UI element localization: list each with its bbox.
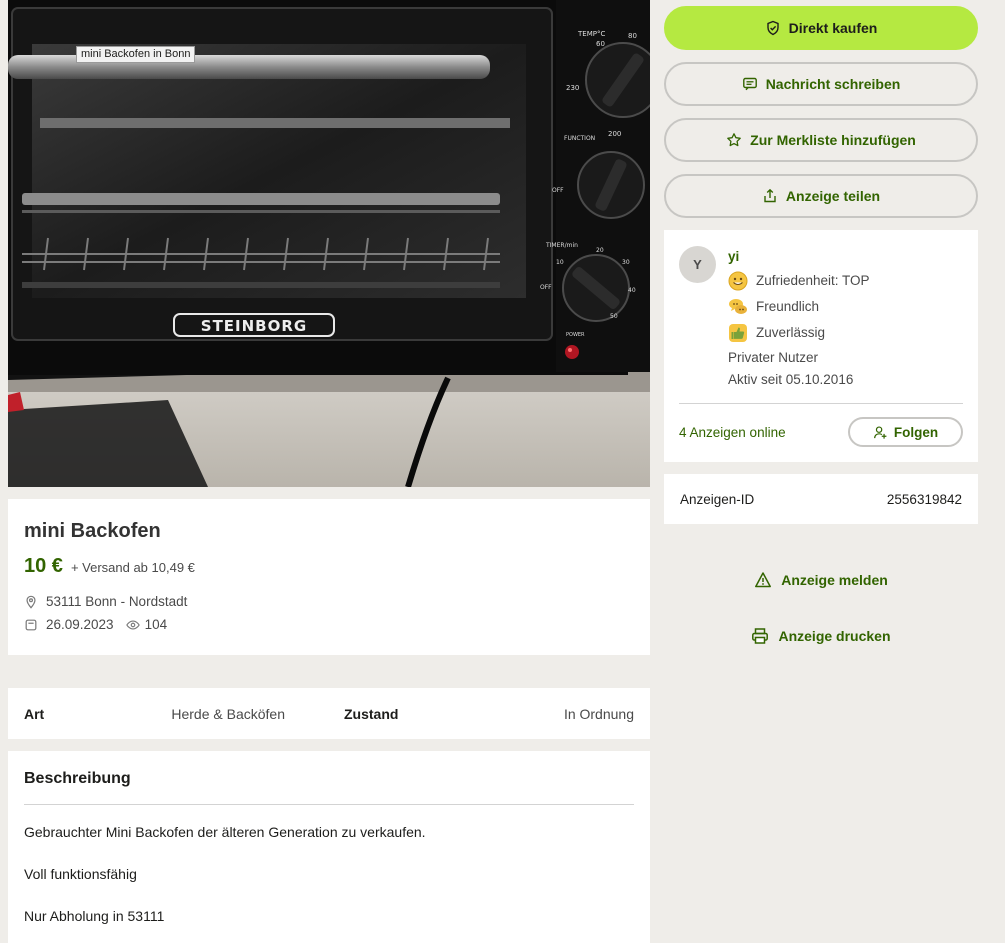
timer-30-label: 30	[622, 259, 630, 266]
thumbs-up-icon	[729, 324, 747, 342]
send-message-label: Nachricht schreiben	[765, 76, 901, 92]
detail-value: In Ordnung	[563, 705, 634, 722]
temp-230-label: 230	[566, 84, 579, 92]
timer-40-label: 40	[628, 287, 636, 294]
temp-label: TEMP°C	[577, 30, 605, 38]
print-listing-label: Anzeige drucken	[778, 628, 891, 644]
listing-price: 10 €	[24, 555, 63, 577]
seller-type: Privater Nutzer	[728, 350, 819, 365]
timer-off-label: OFF	[540, 284, 552, 291]
seller-name[interactable]: yi	[728, 249, 870, 265]
detail-art: Art Herde & Backöfen	[24, 706, 329, 722]
warning-icon	[755, 572, 772, 588]
seller-ads-online-link[interactable]: 4 Anzeigen online	[679, 425, 786, 440]
date-views-row: 26.09.2023 104	[24, 617, 634, 632]
views-count-group: 104	[125, 617, 168, 632]
temp-80-label: 80	[628, 32, 637, 40]
description-paragraph: Voll funktionsfähig	[24, 866, 137, 882]
ad-id-value: 2556319842	[886, 491, 962, 507]
buy-now-label: Direkt kaufen	[788, 20, 878, 36]
add-to-watchlist-label: Zur Merkliste hinzufügen	[750, 132, 916, 148]
function-off-label: OFF	[552, 187, 564, 194]
report-listing-link[interactable]: Anzeige melden	[664, 568, 978, 592]
temp-200-label: 200	[608, 130, 621, 138]
price-row: 10 € + Versand ab 10,49 €	[24, 555, 634, 578]
message-icon	[742, 77, 757, 91]
timer-50-label: 50	[610, 313, 618, 320]
buy-now-button[interactable]: Direkt kaufen	[664, 6, 978, 50]
badge-label: Freundlich	[756, 299, 820, 314]
description-paragraph: Nur Abholung in 53111	[24, 908, 165, 924]
speech-bubbles-icon	[729, 299, 747, 314]
ad-id-label: Anzeigen-ID	[680, 491, 755, 507]
seller-header: Y yi Zufriedenheit: TOP Freundlich Zuver…	[679, 246, 963, 391]
temp-60-label: 60	[596, 40, 605, 48]
follow-user-icon	[873, 425, 887, 439]
follow-seller-button[interactable]: Folgen	[848, 417, 963, 447]
detail-zustand: Zustand In Ordnung	[329, 706, 634, 722]
shield-check-icon	[766, 20, 779, 36]
oven-brand-label: STEINBORG	[201, 317, 307, 335]
printer-icon	[752, 628, 769, 644]
badge-satisfaction: Zufriedenheit: TOP	[728, 271, 870, 291]
badge-label: Zuverlässig	[756, 325, 826, 340]
seller-details: yi Zufriedenheit: TOP Freundlich Zuverlä…	[728, 246, 870, 391]
timer-10-label: 10	[556, 259, 564, 266]
share-listing-button[interactable]: Anzeige teilen	[664, 174, 978, 218]
badge-friendly: Freundlich	[728, 297, 870, 317]
share-icon	[764, 188, 776, 203]
seller-card: Y yi Zufriedenheit: TOP Freundlich Zuver…	[664, 230, 978, 462]
listing-details-card: Art Herde & Backöfen Zustand In Ordnung	[8, 688, 650, 739]
calendar-icon	[24, 618, 38, 632]
timer-20-label: 20	[596, 247, 604, 254]
timer-label: TIMER/min	[545, 242, 578, 249]
send-message-button[interactable]: Nachricht schreiben	[664, 62, 978, 106]
description-card: Beschreibung Gebrauchter Mini Backofen d…	[8, 751, 650, 943]
detail-value[interactable]: Herde & Backöfen	[171, 706, 285, 722]
seller-avatar[interactable]: Y	[679, 246, 716, 283]
report-listing-label: Anzeige melden	[781, 572, 888, 588]
location-row: 53111 Bonn - Nordstadt	[24, 594, 634, 609]
listing-title: mini Backofen	[24, 520, 161, 542]
listing-summary-card: mini Backofen 10 € + Versand ab 10,49 € …	[8, 499, 650, 655]
location-pin-icon	[24, 595, 38, 609]
star-icon	[727, 133, 742, 147]
description-heading: Beschreibung	[24, 770, 131, 787]
description-paragraph: Gebrauchter Mini Backofen der älteren Ge…	[24, 824, 426, 840]
description-divider	[24, 804, 634, 805]
seller-footer: 4 Anzeigen online Folgen	[679, 417, 963, 447]
eye-icon	[125, 618, 140, 632]
smiley-icon	[728, 271, 748, 291]
add-to-watchlist-button[interactable]: Zur Merkliste hinzufügen	[664, 118, 978, 162]
badge-reliable: Zuverlässig	[728, 323, 870, 343]
seller-active-since: Aktiv seit 05.10.2016	[728, 372, 854, 387]
seller-divider	[679, 403, 963, 404]
seller-info: Privater Nutzer Aktiv seit 05.10.2016	[728, 347, 870, 391]
function-label: FUNCTION	[564, 135, 595, 142]
detail-label: Zustand	[344, 705, 399, 722]
listing-photo[interactable]: STEINBORG TEMP°C 60 80 230 200 FUNCTION …	[8, 0, 650, 487]
badge-label: Zufriedenheit: TOP	[756, 273, 870, 288]
ad-id-card: Anzeigen-ID 2556319842	[664, 474, 978, 524]
detail-label: Art	[24, 705, 45, 722]
power-label: POWER	[566, 332, 585, 338]
share-listing-label: Anzeige teilen	[785, 188, 881, 204]
oven-photo-illustration: STEINBORG TEMP°C 60 80 230 200 FUNCTION …	[8, 0, 650, 487]
views-count: 104	[144, 617, 168, 632]
follow-label: Folgen	[893, 424, 939, 440]
listing-location: 53111 Bonn - Nordstadt	[46, 594, 188, 609]
shipping-cost: + Versand ab 10,49 €	[70, 560, 195, 575]
photo-caption: mini Backofen in Bonn	[76, 46, 196, 63]
listing-date: 26.09.2023	[46, 617, 114, 632]
print-listing-link[interactable]: Anzeige drucken	[664, 624, 978, 648]
